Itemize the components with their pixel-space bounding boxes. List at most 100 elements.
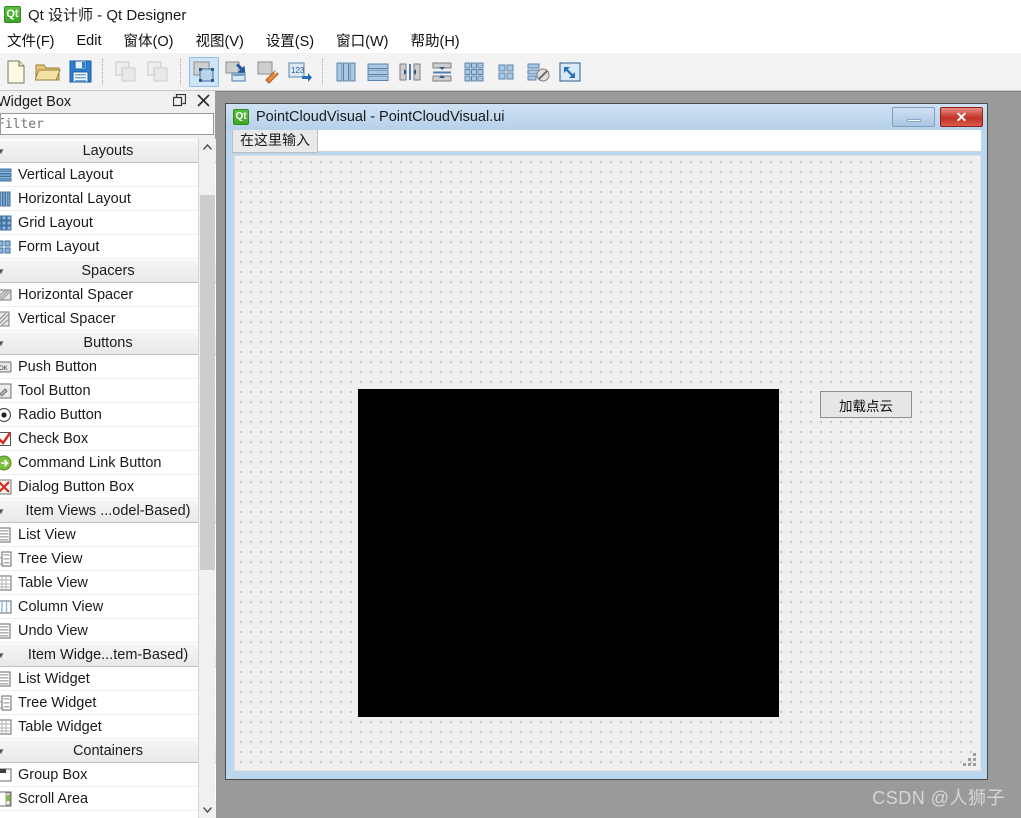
- widget-item-dialog-button-box[interactable]: Dialog Button Box: [0, 475, 216, 499]
- widget-item-label: Check Box: [18, 430, 89, 447]
- widget-item-command-link-button[interactable]: Command Link Button: [0, 451, 216, 475]
- save-icon[interactable]: [65, 57, 95, 87]
- category-buttons[interactable]: ▼ Buttons: [0, 331, 216, 355]
- point-cloud-view[interactable]: [358, 389, 779, 717]
- close-icon[interactable]: [195, 92, 211, 108]
- paste-icon[interactable]: [143, 57, 173, 87]
- widget-item-label: Form Layout: [18, 238, 100, 255]
- widget-item-check-box[interactable]: Check Box: [0, 427, 216, 451]
- close-button[interactable]: ✕: [940, 107, 983, 127]
- category-layouts[interactable]: ▼ Layouts: [0, 139, 216, 163]
- resize-grip-icon[interactable]: [963, 753, 977, 767]
- widget-item-scroll-area[interactable]: Scroll Area: [0, 787, 216, 811]
- menu-settings[interactable]: 设置(S): [255, 28, 325, 53]
- form-menubar-placeholder[interactable]: 在这里输入: [232, 128, 318, 153]
- widget-box-list: ▼ Layouts Vertical Layout Horizontal Lay…: [0, 139, 216, 818]
- widget-item-tree-view[interactable]: Tree View: [0, 547, 216, 571]
- widget-item-tool-button[interactable]: Tool Button: [0, 379, 216, 403]
- load-point-cloud-button[interactable]: 加载点云: [820, 391, 912, 418]
- command-link-button-icon: [0, 455, 12, 471]
- undock-icon[interactable]: [171, 92, 187, 108]
- minimize-button[interactable]: [892, 107, 935, 127]
- edit-widgets-icon[interactable]: [189, 56, 219, 87]
- dialog-button-box-icon: [0, 479, 12, 495]
- widget-item-label: List Widget: [18, 670, 90, 687]
- menubar: 文件(F) Edit 窗体(O) 视图(V) 设置(S) 窗口(W) 帮助(H): [0, 28, 1021, 53]
- copy-icon[interactable]: [111, 57, 141, 87]
- widget-item-horizontal-spacer[interactable]: Horizontal Spacer: [0, 283, 216, 307]
- qt-logo-icon: Qt: [233, 109, 249, 125]
- svg-text:OK: OK: [0, 366, 8, 372]
- form-window-controls: ✕: [892, 107, 983, 127]
- mdi-area: Qt PointCloudVisual - PointCloudVisual.u…: [216, 91, 1021, 818]
- form-canvas[interactable]: 加载点云: [234, 155, 981, 771]
- widget-item-form-layout[interactable]: Form Layout: [0, 235, 216, 259]
- category-label: Layouts: [82, 143, 134, 159]
- list-widget-icon: [0, 671, 12, 687]
- chevron-down-icon: ▼: [0, 266, 5, 276]
- widget-item-grid-layout[interactable]: Grid Layout: [0, 211, 216, 235]
- scroll-down-icon[interactable]: [199, 801, 216, 818]
- widget-item-list-view[interactable]: List View: [0, 523, 216, 547]
- widget-item-group-box[interactable]: Group Box: [0, 763, 216, 787]
- widget-item-table-widget[interactable]: Table Widget: [0, 715, 216, 739]
- open-folder-icon[interactable]: [33, 57, 63, 87]
- toolbar-separator: [180, 58, 182, 85]
- qt-logo-icon: Qt: [4, 5, 21, 23]
- break-layout-icon[interactable]: [523, 57, 553, 87]
- layout-form-icon[interactable]: [491, 57, 521, 87]
- menu-window[interactable]: 窗口(W): [325, 28, 399, 53]
- widget-item-label: Dialog Button Box: [18, 478, 135, 495]
- category-containers[interactable]: ▼ Containers: [0, 739, 216, 763]
- filter-input[interactable]: [0, 113, 214, 135]
- layout-vertical-icon[interactable]: [363, 57, 393, 87]
- category-label: Buttons: [83, 335, 133, 351]
- widget-item-push-button[interactable]: OK Push Button: [0, 355, 216, 379]
- widget-item-tree-widget[interactable]: Tree Widget: [0, 691, 216, 715]
- widget-item-label: Group Box: [18, 766, 88, 783]
- table-widget-icon: [0, 719, 12, 735]
- widget-item-list-widget[interactable]: List Widget: [0, 667, 216, 691]
- widget-item-label: Column View: [18, 598, 104, 615]
- chevron-down-icon: ▼: [0, 506, 5, 516]
- widget-item-label: Table View: [18, 574, 88, 591]
- adjust-size-icon[interactable]: [555, 57, 585, 87]
- widget-item-vertical-spacer[interactable]: Vertical Spacer: [0, 307, 216, 331]
- menu-edit[interactable]: Edit: [66, 31, 113, 51]
- layout-splitter-horizontal-icon[interactable]: [395, 57, 425, 87]
- widget-item-radio-button[interactable]: Radio Button: [0, 403, 216, 427]
- edit-buddies-icon[interactable]: [253, 57, 283, 87]
- main-toolbar: 123: [0, 53, 1021, 91]
- category-item-widgets[interactable]: ▼ Item Widge...tem-Based): [0, 643, 216, 667]
- menu-view[interactable]: 视图(V): [184, 28, 254, 53]
- widget-item-label: Vertical Layout: [18, 166, 114, 183]
- category-item-views[interactable]: ▼ Item Views ...odel-Based): [0, 499, 216, 523]
- widget-item-label: Horizontal Spacer: [18, 286, 134, 303]
- menu-form[interactable]: 窗体(O): [113, 28, 185, 53]
- widget-item-vertical-layout[interactable]: Vertical Layout: [0, 163, 216, 187]
- edit-signals-slots-icon[interactable]: [221, 57, 251, 87]
- edit-tab-order-icon[interactable]: 123: [285, 57, 315, 87]
- category-spacers[interactable]: ▼ Spacers: [0, 259, 216, 283]
- layout-horizontal-icon[interactable]: [331, 57, 361, 87]
- menu-help[interactable]: 帮助(H): [399, 28, 470, 53]
- widget-box-scrollbar[interactable]: [198, 139, 216, 818]
- widget-item-undo-view[interactable]: Undo View: [0, 619, 216, 643]
- scroll-area-icon: [0, 791, 12, 807]
- widget-item-table-view[interactable]: Table View: [0, 571, 216, 595]
- horizontal-spacer-icon: [0, 287, 12, 303]
- widget-item-column-view[interactable]: Column View: [0, 595, 216, 619]
- vertical-spacer-icon: [0, 311, 12, 327]
- new-file-icon[interactable]: [1, 57, 31, 87]
- layout-splitter-vertical-icon[interactable]: [427, 57, 457, 87]
- layout-grid-icon[interactable]: [459, 57, 489, 87]
- form-menubar: 在这里输入: [232, 128, 981, 153]
- menu-file[interactable]: 文件(F): [0, 28, 66, 53]
- widget-item-label: Tool Button: [18, 382, 91, 399]
- form-window-titlebar[interactable]: Qt PointCloudVisual - PointCloudVisual.u…: [226, 104, 987, 130]
- scroll-up-icon[interactable]: [199, 139, 216, 156]
- scrollbar-thumb[interactable]: [200, 195, 215, 570]
- widget-item-label: Horizontal Layout: [18, 190, 131, 207]
- widget-item-horizontal-layout[interactable]: Horizontal Layout: [0, 187, 216, 211]
- chevron-down-icon: ▼: [0, 650, 5, 660]
